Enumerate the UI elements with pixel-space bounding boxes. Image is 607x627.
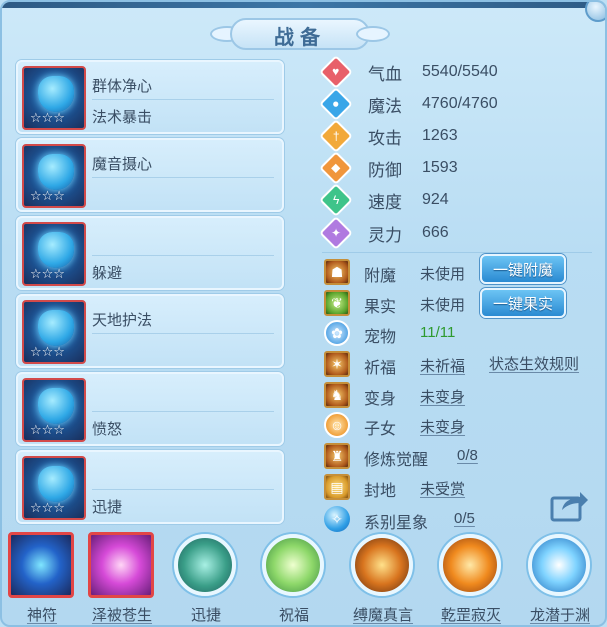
equipment-slot[interactable]: ☆☆☆ 群体净心 法术暴击 [16, 60, 284, 134]
battle-prep-panel: 战备 ☆☆☆ 群体净心 法术暴击 ☆☆☆ 魔音摄心 ☆☆☆ 躲避 ☆☆☆ 天地护… [0, 0, 607, 627]
demon-bind-icon [351, 534, 413, 596]
equipment-icon: ☆☆☆ [22, 378, 86, 442]
skill-label: 乾罡寂灭 [440, 607, 501, 624]
skill-label: 泽被苍生 [91, 607, 152, 624]
equipment-skill-1: 魔音摄心 [92, 156, 153, 173]
skill-bar: 神符 泽被苍生 迅捷 祝福 缚魔真言 乾罡寂灭 龙潜于渊 [2, 526, 605, 625]
equipment-slot[interactable]: ☆☆☆ 躲避 [16, 216, 284, 290]
qiangang-icon [439, 534, 501, 596]
skill-slot[interactable]: 乾罡寂灭 [431, 528, 511, 625]
magic-icon: ● [319, 87, 353, 121]
stat-defense: ◆ 防御 1593 [319, 151, 458, 185]
stat-spirit: ✦ 灵力 666 [319, 216, 449, 250]
skill-slot[interactable]: 缚魔真言 [343, 528, 423, 625]
skill-label: 祝福 [278, 607, 309, 624]
pet-count: 11/11 [420, 324, 456, 341]
transform-status[interactable]: 未变身 [420, 386, 465, 407]
fief-status[interactable]: 未受赏 [420, 478, 465, 499]
cloud-ornament-right-icon [356, 26, 390, 42]
fief-icon: ▤ [324, 474, 350, 500]
children-status[interactable]: 未变身 [420, 416, 465, 437]
equipment-skill-1: 群体净心 [92, 78, 153, 95]
skill-slot[interactable]: 泽被苍生 [82, 528, 162, 625]
equipment-skill-2: 愤怒 [92, 421, 123, 438]
paw-icon: ✿ [324, 320, 350, 346]
cultivation-icon: ♜ [324, 443, 350, 469]
children-row: ☺ 子女 未变身 [324, 411, 594, 439]
equipment-skill-2: 法术暴击 [92, 109, 153, 126]
equipment-skill-2: 迅捷 [92, 499, 123, 516]
title-plate: 战备 [210, 16, 390, 54]
equipment-icon: ☆☆☆ [22, 300, 86, 364]
talisman-icon [8, 532, 74, 598]
skill-label: 缚魔真言 [352, 607, 413, 624]
equipment-skill-1: 天地护法 [92, 312, 153, 329]
auto-enchant-button[interactable]: 一键附魔 [480, 254, 566, 284]
equipment-icon: ☆☆☆ [22, 222, 86, 286]
equipment-icon: ☆☆☆ [22, 456, 86, 520]
child-icon: ☺ [324, 412, 350, 438]
equipment-icon: ☆☆☆ [22, 66, 86, 130]
pet-row: ✿ 宠物 11/11 [324, 319, 594, 347]
palm-icon [88, 532, 154, 598]
enchant-icon: ☗ [324, 259, 350, 285]
divider [322, 252, 592, 253]
blessing-orb-icon [262, 534, 324, 596]
equipment-skill-2: 躲避 [92, 265, 123, 282]
skill-slot[interactable]: 迅捷 [166, 528, 246, 625]
skill-label: 龙潜于渊 [529, 607, 590, 624]
equipment-slot[interactable]: ☆☆☆ 愤怒 [16, 372, 284, 446]
stat-attack: † 攻击 1263 [319, 119, 458, 153]
heart-icon: ♥ [319, 55, 353, 89]
skill-slot[interactable]: 龙潜于渊 [520, 528, 600, 625]
skill-slot[interactable]: 祝福 [254, 528, 334, 625]
fruit-icon: ❦ [324, 290, 350, 316]
stat-mp: ● 魔法 4760/4760 [319, 87, 498, 121]
sword-icon: † [319, 119, 353, 153]
skill-label: 迅捷 [190, 607, 221, 624]
cultivation-row: ♜ 修炼觉醒 0/8 [324, 442, 594, 470]
fruit-status: 未使用 [420, 297, 466, 314]
spirit-icon: ✦ [319, 216, 353, 250]
dragon-icon [528, 534, 590, 596]
close-knob-icon[interactable] [585, 2, 605, 22]
enchant-status: 未使用 [420, 266, 466, 283]
status-rule-link[interactable]: 状态生效规则 [489, 353, 579, 374]
top-border [2, 2, 605, 8]
swift-icon [174, 534, 236, 596]
lightning-icon: ϟ [319, 183, 353, 217]
auto-fruit-button[interactable]: 一键果实 [480, 288, 566, 318]
cultivation-progress[interactable]: 0/8 [457, 447, 478, 464]
stat-speed: ϟ 速度 924 [319, 183, 449, 217]
equipment-slot[interactable]: ☆☆☆ 迅捷 [16, 450, 284, 524]
star-system-progress[interactable]: 0/5 [454, 510, 475, 527]
equipment-slot[interactable]: ☆☆☆ 魔音摄心 [16, 138, 284, 212]
equipment-icon: ☆☆☆ [22, 144, 86, 208]
skill-slot[interactable]: 神符 [2, 528, 82, 625]
blessing-status[interactable]: 未祈福 [420, 355, 465, 376]
equipment-slot[interactable]: ☆☆☆ 天地护法 [16, 294, 284, 368]
blessing-icon: ✶ [324, 351, 350, 377]
transform-row: ♞ 变身 未变身 [324, 381, 594, 409]
share-icon[interactable] [550, 488, 590, 524]
stat-hp: ♥ 气血 5540/5540 [319, 55, 498, 89]
shield-icon: ◆ [319, 151, 353, 185]
page-title: 战备 [274, 26, 326, 49]
transform-icon: ♞ [324, 382, 350, 408]
skill-label: 神符 [26, 607, 57, 624]
